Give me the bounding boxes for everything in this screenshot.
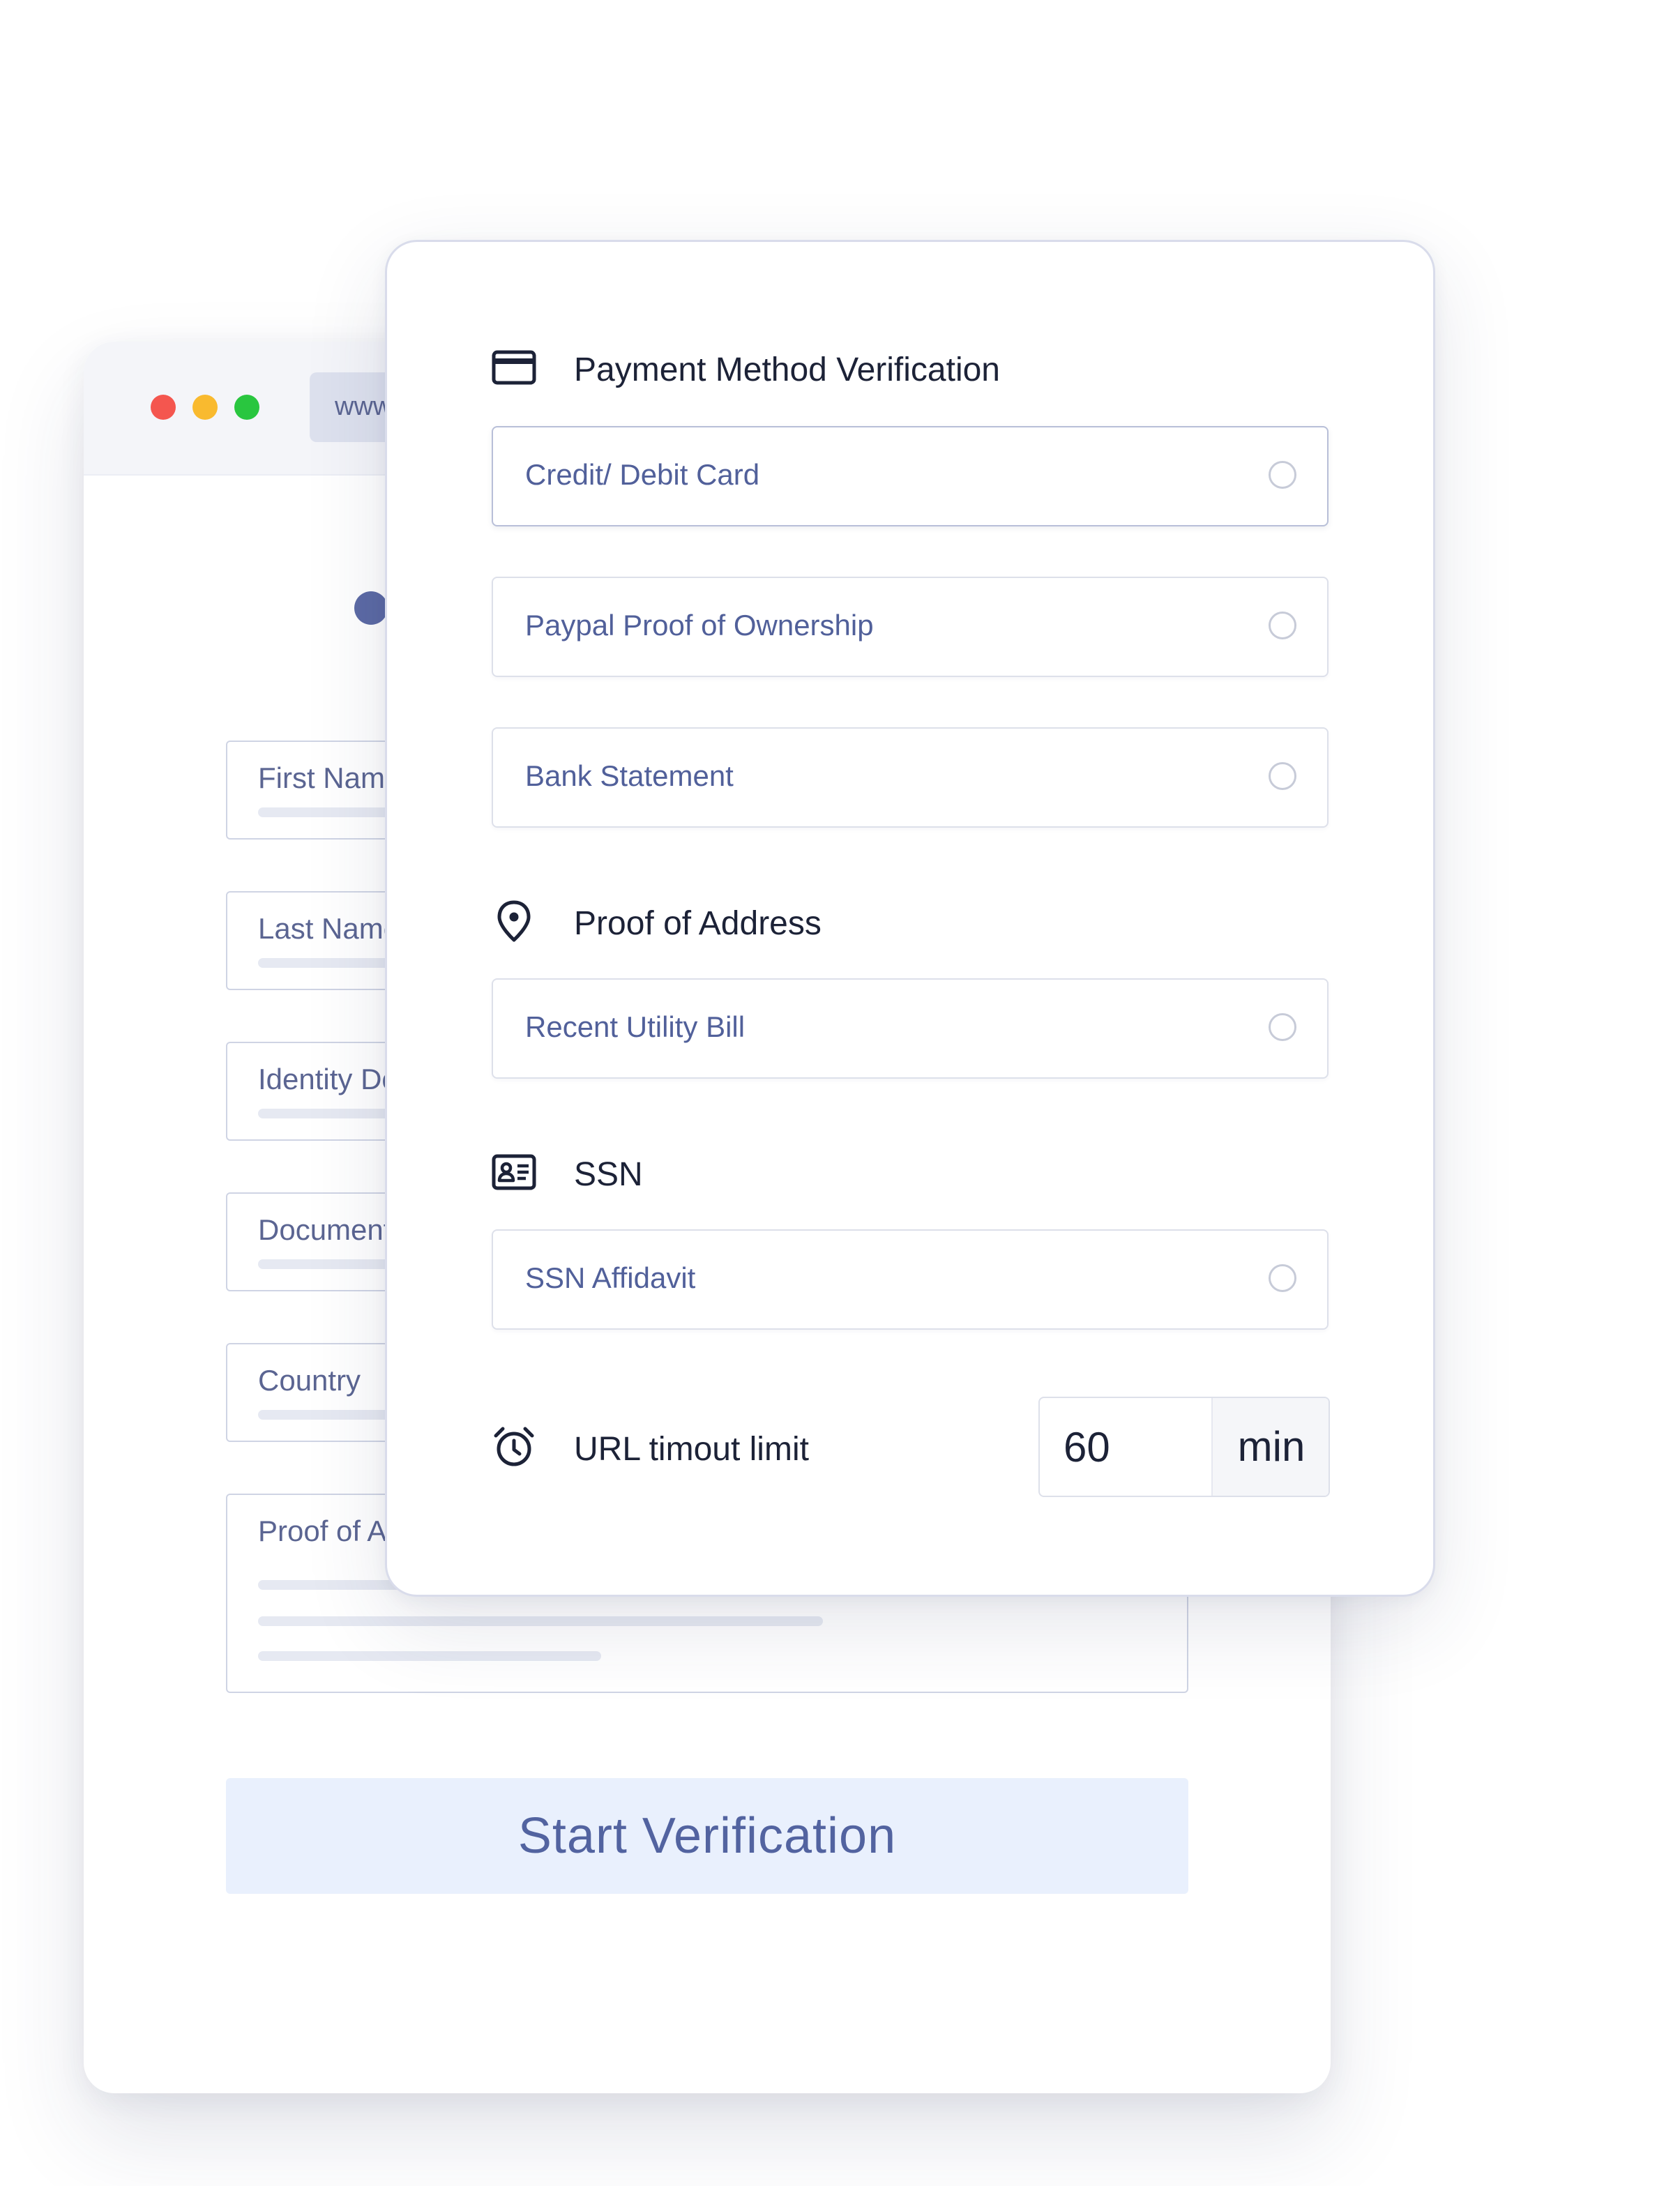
radio-button[interactable]: [1269, 461, 1296, 489]
section-title: Proof of Address: [574, 905, 822, 942]
radio-button[interactable]: [1269, 762, 1296, 790]
progress-step-dot: [354, 591, 388, 625]
option-label: Credit/ Debit Card: [525, 458, 760, 491]
text-placeholder-line: [258, 1651, 601, 1661]
option-credit-debit-card[interactable]: Credit/ Debit Card: [492, 426, 1329, 526]
section-title: SSN: [574, 1156, 643, 1193]
option-bank-statement[interactable]: Bank Statement: [492, 727, 1329, 828]
field-label: Document: [258, 1213, 392, 1246]
option-label: Paypal Proof of Ownership: [525, 609, 874, 642]
timeout-value-input[interactable]: [1040, 1398, 1211, 1496]
close-window-button[interactable]: [151, 395, 176, 420]
option-paypal-proof[interactable]: Paypal Proof of Ownership: [492, 577, 1329, 677]
credit-card-icon: [492, 345, 536, 390]
option-label: Bank Statement: [525, 759, 734, 792]
radio-button[interactable]: [1269, 612, 1296, 639]
start-verification-button[interactable]: Start Verification: [226, 1778, 1188, 1894]
timeout-label: URL timout limit: [574, 1431, 809, 1468]
option-ssn-affidavit[interactable]: SSN Affidavit: [492, 1229, 1329, 1330]
verification-settings-card: Payment Method Verification Credit/ Debi…: [385, 240, 1435, 1597]
option-label: Recent Utility Bill: [525, 1010, 746, 1043]
field-label: Last Name: [258, 912, 400, 945]
maximize-window-button[interactable]: [234, 395, 259, 420]
timeout-unit-label: min: [1211, 1398, 1329, 1496]
minimize-window-button[interactable]: [192, 395, 218, 420]
alarm-clock-icon: [492, 1425, 536, 1469]
text-placeholder-line: [258, 1616, 823, 1626]
map-pin-icon: [492, 899, 536, 943]
id-card-icon: [492, 1150, 536, 1194]
field-label: Country: [258, 1364, 361, 1397]
option-recent-utility-bill[interactable]: Recent Utility Bill: [492, 978, 1329, 1079]
radio-button[interactable]: [1269, 1013, 1296, 1041]
option-label: SSN Affidavit: [525, 1261, 696, 1294]
radio-button[interactable]: [1269, 1264, 1296, 1292]
section-title: Payment Method Verification: [574, 351, 1000, 388]
field-label: First Name: [258, 761, 402, 794]
timeout-input-group: min: [1038, 1397, 1330, 1497]
